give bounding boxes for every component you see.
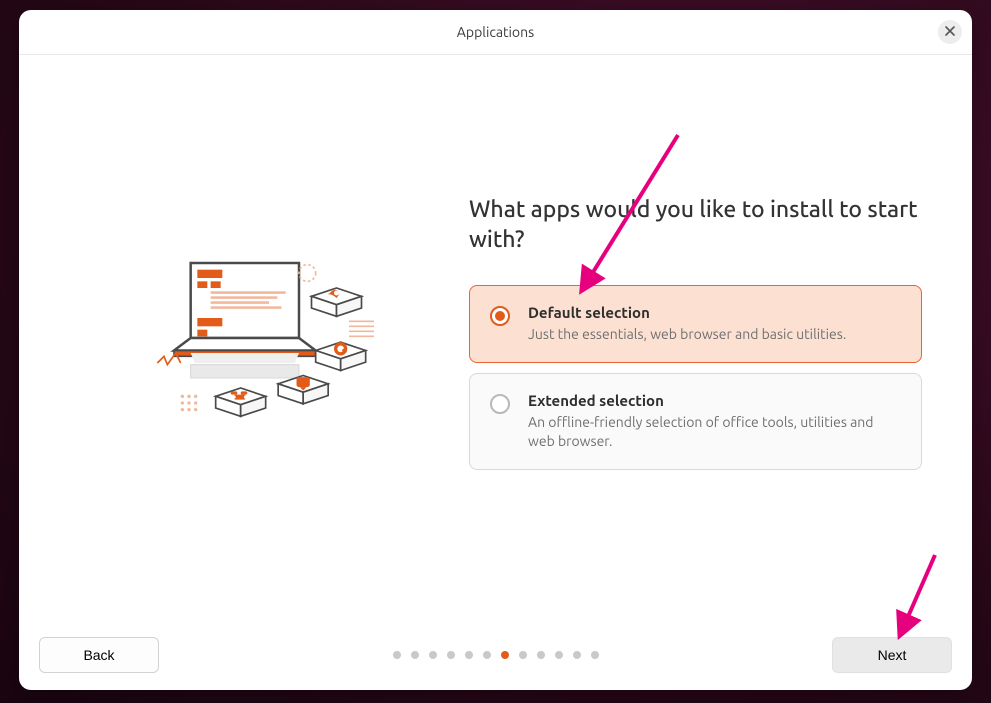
option-extended-selection[interactable]: Extended selection An offline-friendly s… xyxy=(469,373,922,470)
pagination-dot xyxy=(393,651,401,659)
content-area: What apps would you like to install to s… xyxy=(19,55,972,620)
radio-selected-icon xyxy=(490,306,510,326)
pagination-dot xyxy=(447,651,455,659)
next-button[interactable]: Next xyxy=(832,637,952,673)
pagination-dot xyxy=(429,651,437,659)
back-button[interactable]: Back xyxy=(39,637,159,673)
installer-dialog: Applications xyxy=(19,10,972,690)
pagination-dot xyxy=(483,651,491,659)
option-description: Just the essentials, web browser and bas… xyxy=(528,325,901,344)
pagination-dot xyxy=(537,651,545,659)
option-text: Extended selection An offline-friendly s… xyxy=(528,392,901,451)
radio-unselected-icon xyxy=(490,394,510,414)
option-text: Default selection Just the essentials, w… xyxy=(528,304,901,344)
pagination-dot xyxy=(591,651,599,659)
pagination-dots xyxy=(393,651,599,659)
window-title: Applications xyxy=(457,24,534,40)
pagination-dot xyxy=(501,651,509,659)
pagination-dot xyxy=(465,651,473,659)
main-panel: What apps would you like to install to s… xyxy=(469,195,922,479)
pagination-dot xyxy=(555,651,563,659)
option-default-selection[interactable]: Default selection Just the essentials, w… xyxy=(469,285,922,363)
pagination-dot xyxy=(519,651,527,659)
pagination-dot xyxy=(411,651,419,659)
illustration-laptop-apps xyxy=(69,208,429,468)
option-title: Extended selection xyxy=(528,392,901,409)
titlebar: Applications xyxy=(19,10,972,55)
close-icon xyxy=(944,23,956,41)
option-description: An offline-friendly selection of office … xyxy=(528,413,901,451)
pagination-dot xyxy=(573,651,581,659)
page-heading: What apps would you like to install to s… xyxy=(469,195,922,255)
option-title: Default selection xyxy=(528,304,901,321)
footer: Back Next xyxy=(19,620,972,690)
close-button[interactable] xyxy=(938,20,962,44)
